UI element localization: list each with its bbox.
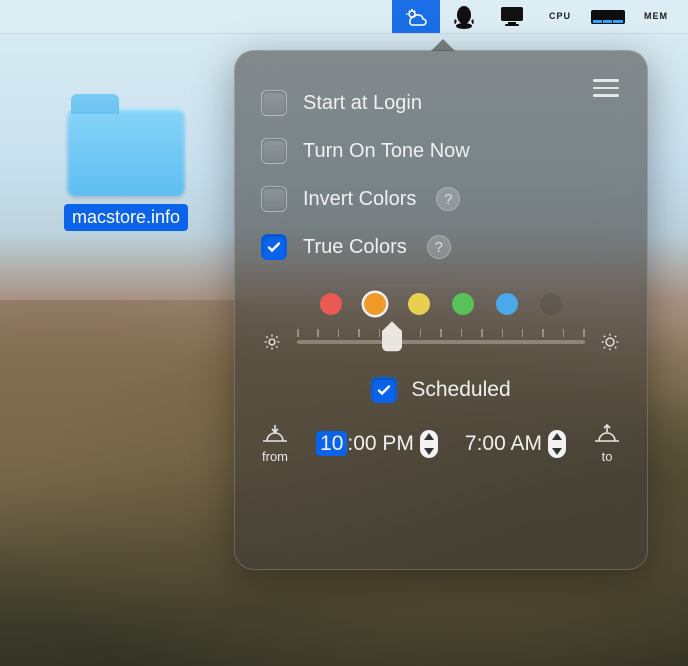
to-time-group[interactable]: 7:00 AM (465, 430, 566, 458)
slider-ticks (297, 329, 585, 337)
swatch-yellow[interactable] (408, 293, 430, 315)
start-login-checkbox[interactable] (261, 90, 287, 116)
swatch-blue[interactable] (496, 293, 518, 315)
mem-widget[interactable]: MEM (632, 0, 680, 33)
to-label: to (602, 449, 613, 464)
true-colors-help-icon[interactable]: ? (427, 235, 451, 259)
swatch-dark[interactable] (540, 293, 562, 315)
brightness-slider[interactable] (297, 327, 585, 357)
from-block: from (261, 423, 289, 464)
mem-label: MEM (644, 12, 668, 21)
tone-now-checkbox[interactable] (261, 138, 287, 164)
swatch-green[interactable] (452, 293, 474, 315)
color-swatches (261, 293, 621, 315)
sun-large-icon (599, 331, 621, 353)
from-stepper[interactable] (420, 430, 438, 458)
from-label: from (262, 449, 288, 464)
start-login-label: Start at Login (303, 92, 422, 115)
invert-help-icon[interactable]: ? (436, 187, 460, 211)
to-stepper[interactable] (548, 430, 566, 458)
settings-popover: Start at Login Turn On Tone Now Invert C… (234, 50, 648, 570)
from-time[interactable]: 10:00 PM (316, 432, 414, 456)
true-colors-label: True Colors (303, 236, 407, 259)
cpu-widget[interactable]: CPU (536, 0, 584, 33)
imac-icon[interactable] (488, 0, 536, 33)
from-time-group[interactable]: 10:00 PM (316, 430, 438, 458)
slider-thumb[interactable] (382, 329, 402, 351)
scheduled-row[interactable]: Scheduled (261, 377, 621, 403)
option-tone-now[interactable]: Turn On Tone Now (261, 127, 621, 175)
invert-checkbox[interactable] (261, 186, 287, 212)
menu-button[interactable] (589, 75, 623, 101)
scheduled-label: Scheduled (411, 378, 510, 402)
to-block: to (593, 423, 621, 464)
true-colors-checkbox[interactable] (261, 234, 287, 260)
disk-widget[interactable] (584, 0, 632, 33)
menubar: CPU MEM (0, 0, 688, 34)
option-invert-colors[interactable]: Invert Colors ? (261, 175, 621, 223)
option-true-colors[interactable]: True Colors ? (261, 223, 621, 271)
tone-now-label: Turn On Tone Now (303, 140, 470, 163)
scheduled-checkbox[interactable] (371, 377, 397, 403)
sunset-icon (261, 423, 289, 447)
brightness-slider-row (261, 327, 621, 357)
option-start-at-login[interactable]: Start at Login (261, 79, 621, 127)
sun-small-icon (261, 331, 283, 353)
folder-icon (67, 108, 185, 196)
weather-menubar-icon[interactable] (392, 0, 440, 33)
qq-icon[interactable] (440, 0, 488, 33)
folder-label: macstore.info (64, 204, 188, 231)
sunrise-icon (593, 423, 621, 447)
schedule-times: from 10:00 PM 7:00 AM to (261, 423, 621, 464)
invert-label: Invert Colors (303, 188, 416, 211)
swatch-orange[interactable] (364, 293, 386, 315)
desktop-folder[interactable]: macstore.info (46, 108, 206, 231)
swatch-red[interactable] (320, 293, 342, 315)
cpu-label: CPU (549, 12, 571, 21)
to-time[interactable]: 7:00 AM (465, 432, 542, 456)
